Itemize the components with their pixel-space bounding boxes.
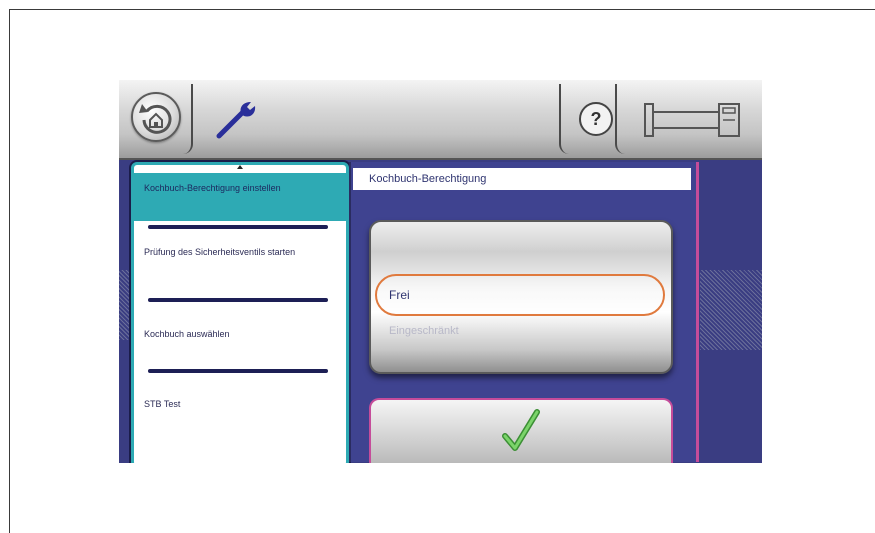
menu-item-label: Kochbuch auswählen (144, 329, 230, 339)
top-toolbar: ? (119, 80, 762, 160)
device-screen: ? Kochbuch-Berechtigung einstellen Prüfu… (119, 80, 762, 463)
menu-divider (148, 369, 328, 373)
menu-item-label: Prüfung des Sicherheitsventils starten (144, 247, 296, 257)
detail-panel: Kochbuch-Berechtigung Frei Eingeschränkt (349, 162, 699, 463)
confirm-button[interactable] (369, 398, 673, 463)
frame-line-top (9, 9, 875, 10)
checkmark-icon (502, 409, 540, 451)
scroll-up-icon[interactable] (237, 165, 243, 169)
panel-title: Kochbuch-Berechtigung (353, 168, 691, 190)
menu-item-safety-valve-test[interactable]: Prüfung des Sicherheitsventils starten (134, 243, 346, 291)
settings-menu: Kochbuch-Berechtigung einstellen Prüfung… (131, 162, 349, 463)
menu-item-label: Kochbuch-Berechtigung einstellen (144, 183, 281, 193)
toolbar-divider (559, 84, 569, 154)
home-back-icon (139, 104, 172, 134)
option-roller[interactable]: Frei Eingeschränkt (369, 220, 673, 374)
frame-line-left (9, 9, 10, 533)
toolbar-divider (615, 84, 625, 154)
machine-icon[interactable] (639, 98, 744, 142)
menu-item-cookbook-permission[interactable]: Kochbuch-Berechtigung einstellen (134, 173, 346, 221)
toolbar-divider (183, 84, 193, 154)
menu-item-stb-test[interactable]: STB Test (134, 395, 346, 425)
menu-divider (148, 298, 328, 302)
background-pattern (700, 270, 762, 350)
home-back-button[interactable] (131, 92, 181, 142)
menu-item-label: STB Test (144, 399, 181, 409)
option-frei[interactable]: Frei (375, 274, 665, 316)
help-button[interactable]: ? (579, 102, 613, 136)
menu-item-select-cookbook[interactable]: Kochbuch auswählen (134, 325, 346, 355)
background-pattern (119, 270, 131, 340)
wrench-icon[interactable] (213, 98, 265, 142)
menu-divider (148, 225, 328, 229)
option-eingeschraenkt[interactable]: Eingeschränkt (389, 325, 459, 337)
